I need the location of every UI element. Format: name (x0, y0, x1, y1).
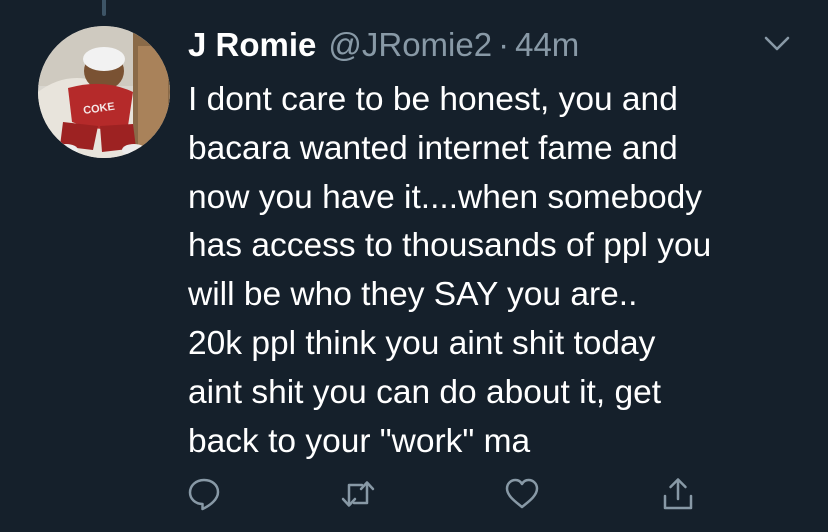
tweet-header: J Romie @JRomie2 · 44m (188, 22, 579, 68)
thread-connector-line (102, 0, 106, 16)
share-button[interactable] (660, 476, 696, 512)
display-name[interactable]: J Romie (188, 26, 316, 64)
tweet-text-line: 20k ppl think you aint shit today (188, 324, 656, 362)
user-handle[interactable]: @JRomie2 (328, 26, 492, 64)
reply-icon (188, 478, 220, 511)
separator-dot: · (498, 26, 510, 63)
retweet-button[interactable] (340, 476, 376, 512)
tweet[interactable]: COKE J Romie @JRomie2 · 44m I dont care … (0, 0, 828, 532)
avatar-photo: COKE (38, 26, 170, 158)
share-icon (663, 478, 693, 510)
tweet-text-line: I dont care to be honest, you and (188, 81, 678, 118)
chevron-down-icon[interactable] (762, 34, 792, 54)
tweet-text-line: aint shit you can do about it, get (188, 373, 662, 411)
tweet-text-line: back to your "work" ma (188, 422, 531, 460)
tweet-text: I dont care to be honest, you and bacara… (188, 76, 808, 466)
like-button[interactable] (504, 476, 540, 512)
retweet-icon (341, 481, 375, 507)
timestamp[interactable]: 44m (515, 26, 579, 64)
tweet-text-line: has access to thousands of ppl you (188, 227, 712, 265)
like-icon (505, 478, 539, 509)
reply-button[interactable] (186, 476, 222, 512)
avatar[interactable]: COKE (38, 26, 170, 158)
tweet-text-line: now you have it....when somebody (188, 178, 702, 216)
tweet-text-line: bacara wanted internet fame and (188, 129, 678, 167)
tweet-text-line: will be who they SAY you are.. (188, 276, 638, 314)
